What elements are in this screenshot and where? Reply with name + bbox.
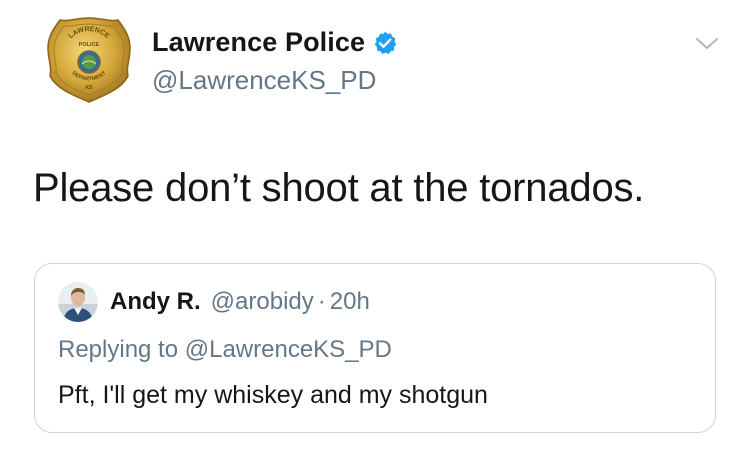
author-name[interactable]: Lawrence Police xyxy=(152,27,365,58)
tweet-text: Please don’t shoot at the tornados. xyxy=(33,166,645,210)
quoted-author-handle[interactable]: @arobidy xyxy=(211,288,314,316)
tweet: LAWRENCE POLICE DEPARTMENT KS Lawrence P… xyxy=(0,0,750,466)
quoted-author-name[interactable]: Andy R. xyxy=(110,288,201,316)
quoted-tweet-header: Andy R. @arobidy · 20h xyxy=(110,288,370,316)
quoted-timestamp[interactable]: 20h xyxy=(330,288,370,316)
badge-text-state: KS xyxy=(86,85,94,91)
author-handle[interactable]: @LawrenceKS_PD xyxy=(152,65,376,96)
replying-to-label: Replying to @LawrenceKS_PD xyxy=(58,336,392,363)
quoted-tweet-card[interactable]: Andy R. @arobidy · 20h Replying to @Lawr… xyxy=(34,263,716,433)
user-avatar-icon[interactable] xyxy=(58,282,98,322)
badge-text-police: POLICE xyxy=(79,42,100,48)
police-badge-icon[interactable]: LAWRENCE POLICE DEPARTMENT KS xyxy=(44,14,134,106)
author-name-row[interactable]: Lawrence Police xyxy=(152,27,398,58)
verified-badge-icon xyxy=(372,30,398,56)
quoted-tweet-text: Pft, I'll get my whiskey and my shotgun xyxy=(58,381,488,409)
chevron-down-icon[interactable] xyxy=(694,34,720,54)
separator-dot: · xyxy=(317,288,326,315)
